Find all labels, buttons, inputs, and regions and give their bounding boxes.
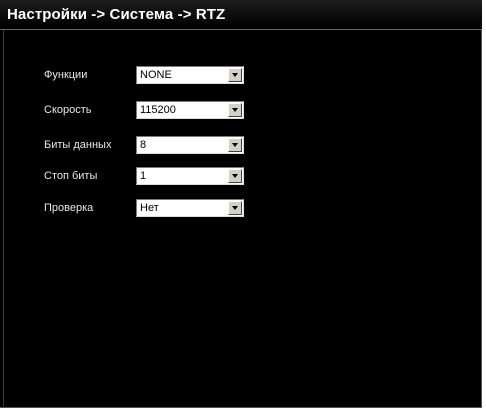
- functions-label: Функции: [44, 69, 88, 81]
- parity-select[interactable]: Нет: [136, 199, 244, 217]
- speed-value: 115200: [140, 104, 176, 116]
- speed-label: Скорость: [44, 104, 92, 116]
- functions-dropdown-button[interactable]: [228, 68, 242, 82]
- data-bits-dropdown-button[interactable]: [228, 138, 242, 152]
- data-bits-label: Биты данных: [44, 139, 112, 151]
- title-bar: Настройки -> Система -> RTZ: [0, 0, 482, 30]
- chevron-down-icon: [232, 206, 238, 210]
- settings-window: Настройки -> Система -> RTZ Функции NONE…: [0, 0, 482, 408]
- chevron-down-icon: [232, 108, 238, 112]
- chevron-down-icon: [232, 174, 238, 178]
- speed-select[interactable]: 115200: [136, 101, 244, 119]
- data-bits-value: 8: [140, 139, 147, 151]
- window-left-border: [3, 0, 4, 408]
- stop-bits-label: Стоп биты: [44, 170, 98, 182]
- functions-select[interactable]: NONE: [136, 66, 244, 84]
- data-bits-select[interactable]: 8: [136, 136, 244, 154]
- parity-dropdown-button[interactable]: [228, 201, 242, 215]
- chevron-down-icon: [232, 73, 238, 77]
- stop-bits-select[interactable]: 1: [136, 167, 244, 185]
- stop-bits-value: 1: [140, 170, 147, 182]
- page-title: Настройки -> Система -> RTZ: [7, 6, 226, 23]
- parity-value: Нет: [140, 202, 159, 214]
- parity-label: Проверка: [44, 202, 94, 214]
- speed-dropdown-button[interactable]: [228, 103, 242, 117]
- stop-bits-dropdown-button[interactable]: [228, 169, 242, 183]
- chevron-down-icon: [232, 143, 238, 147]
- functions-value: NONE: [140, 69, 172, 81]
